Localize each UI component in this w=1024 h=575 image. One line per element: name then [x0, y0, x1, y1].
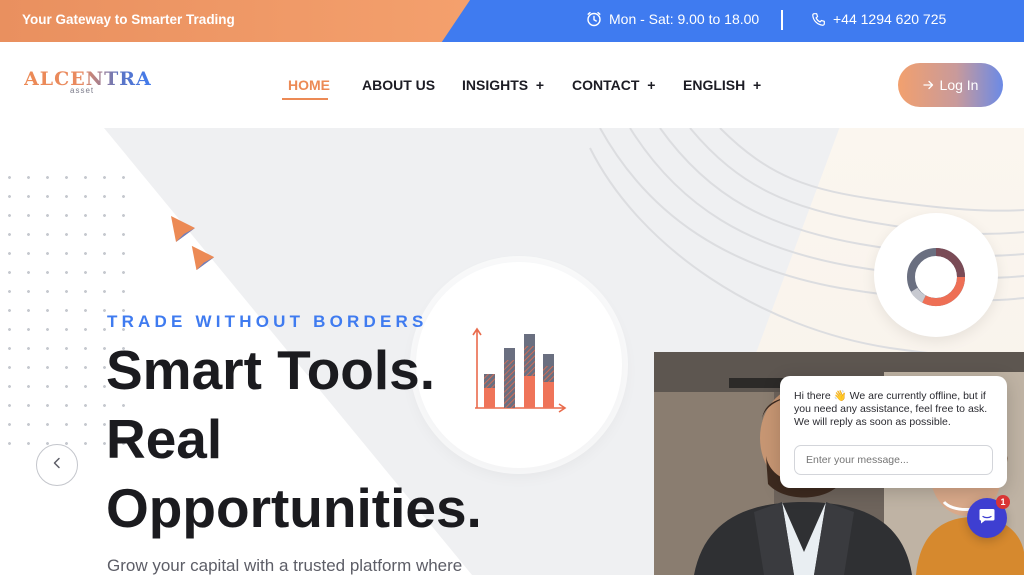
nav-item-contact[interactable]: CONTACT +: [572, 77, 655, 93]
nav-item-about-us[interactable]: ABOUT US: [362, 77, 435, 93]
login-button[interactable]: Log In: [898, 63, 1003, 107]
donut-circle: [874, 213, 998, 337]
top-bar: Your Gateway to Smarter Trading Mon - Sa…: [0, 0, 1024, 42]
nav-item-insights[interactable]: INSIGHTS +: [462, 77, 544, 93]
triangle-icon: [191, 245, 215, 271]
bar-chart-icon: [472, 327, 567, 413]
logo[interactable]: ALCENTRA asset: [24, 70, 152, 96]
hours-text: Mon - Sat: 9.00 to 18.00: [609, 11, 760, 27]
main-navigation: ALCENTRA asset HOME ABOUT US INSIGHTS + …: [0, 42, 1024, 128]
tagline: Your Gateway to Smarter Trading: [22, 12, 235, 27]
phone-number[interactable]: +44 1294 620 725: [833, 11, 946, 27]
plus-icon: +: [647, 77, 656, 93]
chat-bubble-icon: [978, 507, 996, 530]
unread-badge: 1: [996, 495, 1010, 509]
triangle-icon: [171, 216, 195, 242]
phone-contact[interactable]: +44 1294 620 725: [811, 11, 946, 27]
phone-icon: [811, 12, 826, 27]
hero-subtitle: Grow your capital with a trusted platfor…: [107, 556, 463, 575]
chevron-left-icon: [52, 456, 62, 474]
nav-item-home[interactable]: HOME: [288, 77, 330, 93]
divider: [781, 10, 783, 30]
nav-item-english[interactable]: ENGLISH +: [683, 77, 761, 93]
chat-popup: Hi there 👋 We are currently offline, but…: [780, 376, 1007, 488]
headline-line: Smart Tools.: [106, 339, 436, 401]
login-label: Log In: [939, 77, 979, 93]
hero-section: TRADE WITHOUT BORDERS Smart Tools. Real …: [0, 128, 1024, 575]
hero-eyebrow: TRADE WITHOUT BORDERS: [107, 312, 428, 331]
carousel-prev-button[interactable]: [36, 444, 78, 486]
business-hours: Mon - Sat: 9.00 to 18.00: [586, 11, 759, 27]
chat-offline-message: Hi there 👋 We are currently offline, but…: [794, 390, 988, 428]
donut-chart-icon: [907, 248, 966, 307]
active-indicator: [282, 98, 328, 100]
chat-message-input[interactable]: [794, 445, 993, 475]
arrow-right-icon: [922, 77, 934, 93]
logo-subtitle: asset: [70, 86, 95, 95]
hero-headline: Smart Tools. Real Opportunities.: [106, 336, 482, 543]
clock-icon: [586, 11, 602, 27]
headline-line: Opportunities.: [106, 477, 482, 539]
headline-line: Real: [106, 408, 223, 470]
plus-icon: +: [753, 77, 762, 93]
plus-icon: +: [535, 77, 545, 93]
